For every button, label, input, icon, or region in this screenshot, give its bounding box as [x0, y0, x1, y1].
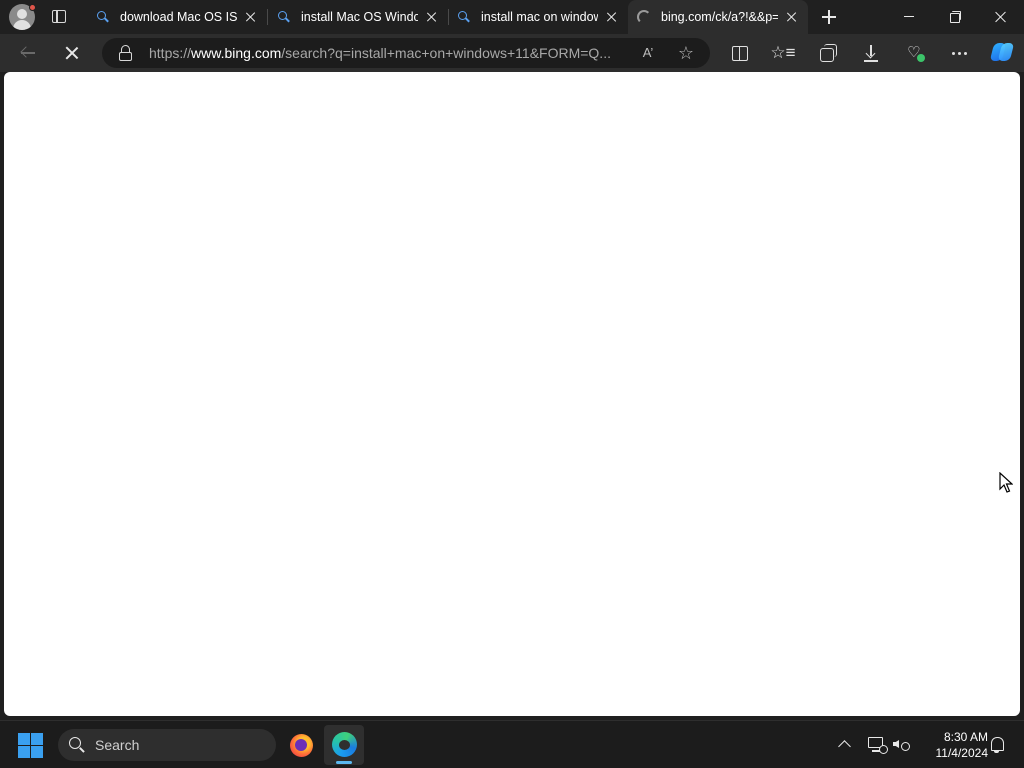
tab-actions-menu-icon[interactable]: [48, 7, 70, 27]
restore-window-button[interactable]: [932, 0, 978, 34]
show-hidden-icons-chevron-icon[interactable]: [834, 734, 856, 756]
url-prefix: https://: [149, 45, 192, 61]
loading-spinner-icon: [637, 10, 651, 24]
new-tab-button[interactable]: [817, 6, 841, 28]
system-clock[interactable]: 8:30 AM 11/4/2024: [918, 729, 989, 761]
search-icon: [68, 736, 86, 754]
close-window-button[interactable]: [978, 0, 1024, 34]
add-favorite-star-icon[interactable]: ☆: [675, 42, 697, 64]
tab-close-icon[interactable]: [602, 7, 622, 27]
browser-essentials-icon[interactable]: ♡: [904, 42, 926, 64]
taskbar-search-placeholder: Search: [95, 737, 140, 753]
tab-title: bing.com/ck/a?!&&p=: [661, 10, 778, 24]
search-icon: [457, 10, 471, 24]
collections-icon[interactable]: [816, 42, 838, 64]
read-aloud-icon[interactable]: A’: [638, 43, 658, 63]
search-icon: [96, 10, 110, 24]
tab-close-icon[interactable]: [422, 7, 442, 27]
tab-install-mac-on-windows[interactable]: install mac on windows: [448, 0, 628, 34]
windows-start-icon[interactable]: [18, 733, 44, 759]
split-screen-icon[interactable]: [728, 42, 750, 64]
windows-taskbar: Search 8:30 AM 11/4/2024: [0, 720, 1024, 768]
clock-date: 11/4/2024: [935, 746, 989, 760]
tab-bing-redirect-active[interactable]: bing.com/ck/a?!&&p=: [628, 0, 808, 34]
tab-strip: download Mac OS ISO install Mac OS Windo…: [0, 0, 1024, 34]
notification-bell-icon[interactable]: [986, 734, 1008, 756]
network-icon[interactable]: [866, 734, 888, 756]
search-icon: [277, 10, 291, 24]
firefox-icon[interactable]: [281, 725, 321, 765]
taskbar-search-box[interactable]: Search: [58, 729, 276, 761]
minimize-window-button[interactable]: [886, 0, 932, 34]
page-viewport[interactable]: [4, 72, 1020, 716]
tab-close-icon[interactable]: [241, 7, 261, 27]
tab-close-icon[interactable]: [782, 7, 802, 27]
downloads-icon[interactable]: [860, 42, 882, 64]
tab-install-mac-os-windows[interactable]: install Mac OS Windows: [268, 0, 449, 34]
clock-time: 8:30 AM: [943, 730, 988, 744]
tab-title: install mac on windows: [481, 10, 598, 24]
copilot-icon[interactable]: [989, 40, 1015, 64]
tab-title: download Mac OS ISO: [120, 10, 237, 24]
address-bar[interactable]: https://www.bing.com/search?q=install+ma…: [102, 38, 710, 68]
more-options-icon[interactable]: [948, 42, 970, 64]
volume-muted-icon[interactable]: [891, 734, 913, 756]
address-url[interactable]: https://www.bing.com/search?q=install+ma…: [149, 45, 621, 61]
browser-toolbar: https://www.bing.com/search?q=install+ma…: [0, 34, 1024, 72]
edge-browser-icon[interactable]: [324, 725, 364, 765]
tab-title: install Mac OS Windows: [301, 10, 418, 24]
tab-download-mac-os-iso[interactable]: download Mac OS ISO: [87, 0, 268, 34]
stop-loading-button[interactable]: [58, 39, 86, 67]
favorites-icon[interactable]: ☆≡: [770, 40, 796, 66]
url-path: /search?q=install+mac+on+windows+11&FORM…: [281, 45, 611, 61]
profile-notification-badge: [29, 4, 36, 11]
url-host: www.bing.com: [191, 45, 282, 61]
lock-icon[interactable]: [118, 44, 134, 62]
mouse-cursor-icon: [999, 472, 1013, 493]
back-button[interactable]: [14, 39, 42, 67]
